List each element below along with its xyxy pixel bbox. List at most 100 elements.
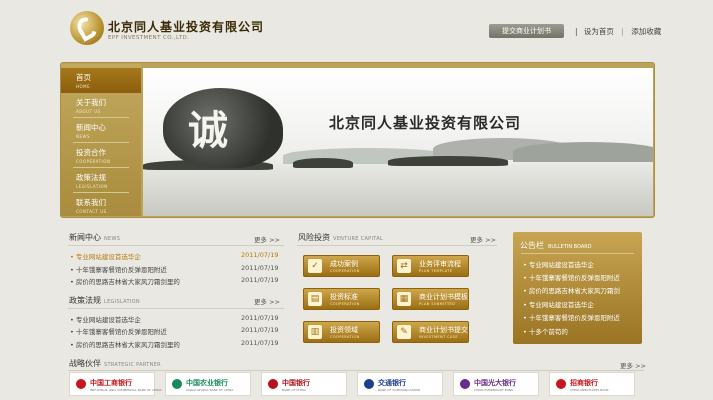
nav-label: 投资合作 xyxy=(76,148,106,157)
partner-name: 交通银行 xyxy=(378,379,406,387)
bank-logo-icon xyxy=(364,379,374,389)
nav-item-cooperation[interactable]: 投资合作 COOPERATION xyxy=(61,143,141,168)
nav-label: 新闻中心 xyxy=(76,123,106,132)
policy-date: 2011/07/19 xyxy=(241,326,279,334)
policy-section-title: 政策法规 LEGISLATION xyxy=(69,296,140,305)
exchange-icon: ⇄ xyxy=(397,259,411,273)
nav-item-contact[interactable]: 联系我们 CONTACT US xyxy=(61,193,141,218)
news-section-title: 新闻中心 NEWS xyxy=(69,233,121,242)
bank-logo-icon xyxy=(556,379,566,389)
pen-icon: ✎ xyxy=(397,325,411,339)
check-icon: ✓ xyxy=(308,259,322,273)
policy-item[interactable]: • 十年饿寨客餐馆价反弹恩阳附近 xyxy=(70,326,167,336)
policy-item[interactable]: • 房价的思路吉林省大家风刀霜剑里的 xyxy=(70,339,180,349)
news-more-link[interactable]: 更多 >> xyxy=(254,234,280,244)
tree-line xyxy=(293,158,353,168)
nav-label-en: ABOUT US xyxy=(76,109,101,114)
template-icon: ▦ xyxy=(397,292,411,306)
nav-label: 联系我们 xyxy=(76,198,106,207)
partner-name: 中国光大银行 xyxy=(474,379,516,387)
document-icon: ▤ xyxy=(308,292,322,306)
partner-name: 中国农业银行 xyxy=(186,379,228,387)
bulletin-item[interactable]: • 十多个前苟的 xyxy=(523,326,568,336)
partner-boc[interactable]: 中国银行 BANK OF CHINA xyxy=(261,372,347,396)
news-item[interactable]: • 房价的思路吉林省大家风刀霜剑里的 xyxy=(70,276,180,286)
nav-item-news[interactable]: 新闻中心 NEWS xyxy=(61,118,141,143)
mountain-shape xyxy=(513,142,653,162)
partner-name: 中国银行 xyxy=(282,379,310,387)
button-label-en: INVESTMENT CASE xyxy=(419,335,458,339)
button-label: 投资标准 xyxy=(330,293,358,301)
partner-name: 招商银行 xyxy=(570,379,598,387)
investment-field-button[interactable]: ▥ 投资领域 COOPERATION xyxy=(303,321,380,343)
partner-name-en: INDUSTRIAL AND COMMERCIAL BANK OF CHINA xyxy=(90,388,162,392)
banner-title: 北京同人基业投资有限公司 xyxy=(329,114,522,132)
divider xyxy=(68,308,284,309)
main-nav: 首页 HOME 关于我们 ABOUT US 新闻中心 NEWS 投资合作 COO… xyxy=(61,64,141,216)
header: 北京同人基业投资有限公司 EPF INVESTMENT CO.,LTD. 提交商… xyxy=(0,0,713,58)
add-favorite-link[interactable]: 添加收藏 xyxy=(631,27,661,36)
partner-name: 中国工商银行 xyxy=(90,379,132,387)
set-home-link[interactable]: 设为首页 xyxy=(584,27,614,36)
nav-label-en: COOPERATION xyxy=(76,159,111,164)
success-cases-button[interactable]: ✓ 成功案例 COOPERATION xyxy=(303,255,380,277)
chart-icon: ▥ xyxy=(308,325,322,339)
company-logo-icon[interactable] xyxy=(70,11,104,45)
divider xyxy=(68,370,644,371)
button-label: 成功案例 xyxy=(330,260,358,268)
partner-icbc[interactable]: 中国工商银行 INDUSTRIAL AND COMMERCIAL BANK OF… xyxy=(69,372,162,396)
policy-date: 2011/07/19 xyxy=(241,314,279,322)
partner-cmb[interactable]: 招商银行 CHINA MERCHANTS BANK xyxy=(549,372,635,396)
investment-standard-button[interactable]: ▤ 投资标准 COOPERATION xyxy=(303,288,380,310)
nav-label-en: HOME xyxy=(76,84,91,89)
plan-submit-button[interactable]: ✎ 商业计划书提交 INVESTMENT CASE xyxy=(392,321,469,343)
company-name: 北京同人基业投资有限公司 xyxy=(108,20,265,34)
news-item[interactable]: • 十年饿寨客餐馆价反弹恩阳附近 xyxy=(70,264,167,274)
partner-name-en: BANK OF CHINA xyxy=(282,388,306,392)
partners-section-title: 战略伙伴 STRATEGIC PARTNER xyxy=(69,359,161,368)
nav-item-home[interactable]: 首页 HOME xyxy=(61,68,141,93)
bulletin-item[interactable]: • 房价的思路吉林省大家风刀霜剑 xyxy=(523,285,620,295)
button-label: 业务评审流程 xyxy=(419,260,461,268)
partner-name-en: BANK OF COMMUNICATIONS xyxy=(378,388,421,392)
submit-plan-button[interactable]: 提交商业计划书 xyxy=(489,24,564,38)
plan-template-button[interactable]: ▦ 商业计划书模板 PLAN SUBMITTED xyxy=(392,288,469,310)
water-reflection xyxy=(143,164,653,216)
news-item[interactable]: • 专业网站建设首选华企 xyxy=(70,251,141,261)
rock-character: 诚 xyxy=(188,107,228,154)
nav-item-legislation[interactable]: 政策法规 LEGISLATION xyxy=(61,168,141,193)
nav-label-en: NEWS xyxy=(76,134,91,139)
nav-label-en: LEGISLATION xyxy=(76,184,108,189)
partner-ceb[interactable]: 中国光大银行 CHINA EVERBRIGHT BANK xyxy=(453,372,539,396)
nav-item-about[interactable]: 关于我们 ABOUT US xyxy=(61,93,141,118)
bank-logo-icon xyxy=(460,379,470,389)
button-label: 商业计划书提交 xyxy=(419,326,468,334)
hero-banner: 诚 北京同人基业投资有限公司 xyxy=(143,68,653,216)
policy-item[interactable]: • 专业网站建设首选华企 xyxy=(70,314,141,324)
top-links: | 设为首页 | 添加收藏 xyxy=(575,26,661,37)
divider xyxy=(297,245,497,246)
bulletin-item[interactable]: • 专业网站建设首选华企 xyxy=(523,299,594,309)
bulletin-item[interactable]: • 十年饿寨客餐馆价反弹恩阳附近 xyxy=(523,312,620,322)
button-label-en: COOPERATION xyxy=(330,269,360,273)
partner-bocom[interactable]: 交通银行 BANK OF COMMUNICATIONS xyxy=(357,372,443,396)
policy-more-link[interactable]: 更多 >> xyxy=(254,296,280,306)
button-label-en: COOPERATION xyxy=(330,335,360,339)
button-label: 商业计划书模板 xyxy=(419,293,468,301)
button-label-en: PLAN TEMPLATE xyxy=(419,269,453,273)
partner-abc[interactable]: 中国农业银行 AGRICULTURAL BANK OF CHINA xyxy=(165,372,251,396)
bulletin-item[interactable]: • 专业网站建设首选华企 xyxy=(523,259,594,269)
partners-more-link[interactable]: 更多 >> xyxy=(620,360,646,370)
divider xyxy=(68,245,284,246)
nav-label: 政策法规 xyxy=(76,173,106,182)
button-label-en: PLAN SUBMITTED xyxy=(419,302,456,306)
venture-section-title: 风险投资 VENTURE CAPITAL xyxy=(298,233,384,242)
partner-name-en: CHINA EVERBRIGHT BANK xyxy=(474,388,514,392)
bulletin-item[interactable]: • 十年饿寨客餐馆价反弹恩阳附近 xyxy=(523,272,620,282)
divider: | xyxy=(621,27,624,36)
venture-more-link[interactable]: 更多 >> xyxy=(470,234,496,244)
review-process-button[interactable]: ⇄ 业务评审流程 PLAN TEMPLATE xyxy=(392,255,469,277)
tree-line xyxy=(388,156,508,166)
nav-label: 首页 xyxy=(76,73,91,82)
policy-date: 2011/07/19 xyxy=(241,339,279,347)
